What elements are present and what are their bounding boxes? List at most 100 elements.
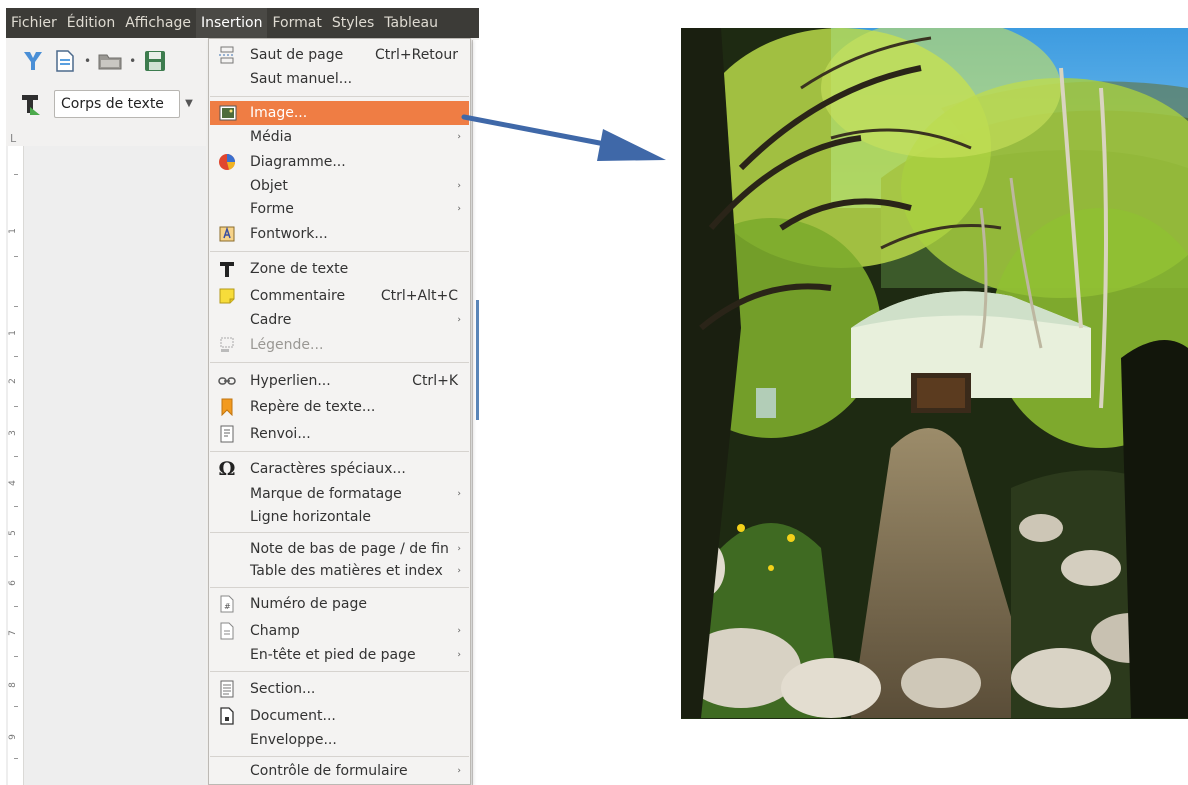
menu-item-header-footer[interactable]: En-tête et pied de page › [209,643,470,667]
document-icon [217,706,237,726]
fontwork-icon [217,224,237,244]
ruler-tick [14,758,18,759]
styles-icon[interactable] [18,91,44,117]
submenu-arrow-icon: › [457,650,461,660]
open-folder-icon[interactable] [97,48,123,74]
menu-tableau[interactable]: Tableau [379,8,443,38]
menu-item-document[interactable]: Document... [209,704,470,728]
omega-icon: Ω [218,458,236,480]
field-icon [217,621,237,641]
inserted-photo [681,28,1188,719]
menu-item-envelope[interactable]: Enveloppe... [209,728,470,752]
svg-text:#: # [224,602,231,611]
bookmark-icon [217,397,237,417]
open-dropdown-icon[interactable]: • [129,54,136,68]
menu-item-hyperlink[interactable]: Hyperlien... Ctrl+K [209,369,470,393]
page-number-icon: # [217,594,237,614]
menu-fichier[interactable]: Fichier [6,8,62,38]
menu-item-special-characters[interactable]: Ω Caractères spéciaux... [209,457,470,481]
cross-reference-icon [217,424,237,444]
standard-toolbar: • • [6,38,210,84]
image-icon [218,103,238,123]
submenu-arrow-icon: › [457,626,461,636]
pointer-arrow-icon [461,114,666,161]
menu-item-page-number[interactable]: # Numéro de page [209,592,470,616]
ruler-tick [14,174,18,175]
submenu-arrow-icon: › [457,489,461,499]
chevron-down-icon[interactable]: ▼ [181,91,197,117]
menu-item-frame[interactable]: Cadre › [209,308,470,332]
new-document-icon[interactable] [52,48,78,74]
text-box-icon [217,259,237,279]
menu-item-field[interactable]: Champ › [209,619,470,643]
page-break-icon [217,45,237,65]
ruler-tick [14,306,18,307]
menubar: Fichier Édition Affichage Insertion Form… [6,8,479,38]
menu-item-media[interactable]: Média › [209,125,470,149]
ruler-number: 9 [7,734,18,740]
menu-item-object[interactable]: Objet › [209,174,470,198]
menu-format[interactable]: Format [267,8,326,38]
mail-merge-icon[interactable] [20,48,46,74]
menu-item-horizontal-line[interactable]: Ligne horizontale [209,505,470,529]
submenu-arrow-icon: › [457,566,461,576]
submenu-arrow-icon: › [457,204,461,214]
hyperlink-icon [217,371,237,391]
menu-item-manual-break[interactable]: Saut manuel... [209,67,470,91]
insert-menu: Saut de page Ctrl+Retour Saut manuel... … [208,38,471,785]
submenu-arrow-icon: › [457,544,461,554]
comment-icon [217,286,237,306]
ruler-number: 1 [7,330,18,336]
menu-item-cross-reference[interactable]: Renvoi... [209,422,470,446]
vertical-ruler: 1 1 2 3 4 5 6 7 8 9 [8,146,24,785]
section-icon [217,679,237,699]
ruler-number: 8 [7,682,18,688]
ruler-tick [14,506,18,507]
ruler-number: 6 [7,580,18,586]
ruler-tick [14,406,18,407]
menu-styles[interactable]: Styles [327,8,379,38]
ruler-tick [14,706,18,707]
chart-icon [217,152,237,172]
menu-item-caption: Légende... [209,333,470,357]
menu-item-section[interactable]: Section... [209,677,470,701]
ruler-tab-selector[interactable]: L [10,132,16,145]
menu-edition[interactable]: Édition [62,8,120,38]
page-margin-marker [476,300,479,420]
menu-item-form-control[interactable]: Contrôle de formulaire › [209,759,470,783]
ruler-number: 3 [7,430,18,436]
menu-separator [210,532,469,533]
ruler-tick [14,256,18,257]
menu-item-toc-index[interactable]: Table des matières et index › [209,559,470,583]
menu-separator [210,451,469,452]
menu-item-image[interactable]: Image... [210,101,469,125]
menu-separator [210,671,469,672]
ruler-number: 5 [7,530,18,536]
paragraph-style-value: Corps de texte [61,96,164,112]
menu-item-bookmark[interactable]: Repère de texte... [209,395,470,419]
menu-item-shape[interactable]: Forme › [209,197,470,221]
ruler-tick [14,606,18,607]
paragraph-style-combobox[interactable]: Corps de texte ▼ [54,90,193,118]
submenu-arrow-icon: › [457,315,461,325]
menu-item-page-break[interactable]: Saut de page Ctrl+Retour [209,43,470,67]
ruler-tick [14,556,18,557]
menu-item-footnote[interactable]: Note de bas de page / de fin › [209,537,470,561]
new-dropdown-icon[interactable]: • [84,54,91,68]
menu-item-formatting-mark[interactable]: Marque de formatage › [209,482,470,506]
document-area [6,146,206,785]
menu-affichage[interactable]: Affichage [120,8,196,38]
menu-separator [210,587,469,588]
menu-item-fontwork[interactable]: Fontwork... [209,222,470,246]
menu-separator [210,756,469,757]
menu-item-text-box[interactable]: Zone de texte [209,257,470,281]
menu-insertion[interactable]: Insertion [195,8,268,38]
ruler-number: 1 [7,228,18,234]
menu-item-chart[interactable]: Diagramme... [209,150,470,174]
menu-separator [210,362,469,363]
ruler-number: 7 [7,630,18,636]
formatting-toolbar: Corps de texte ▼ [6,84,210,124]
ruler-number: 4 [7,480,18,486]
menu-item-comment[interactable]: Commentaire Ctrl+Alt+C [209,284,470,308]
save-icon[interactable] [142,48,168,74]
